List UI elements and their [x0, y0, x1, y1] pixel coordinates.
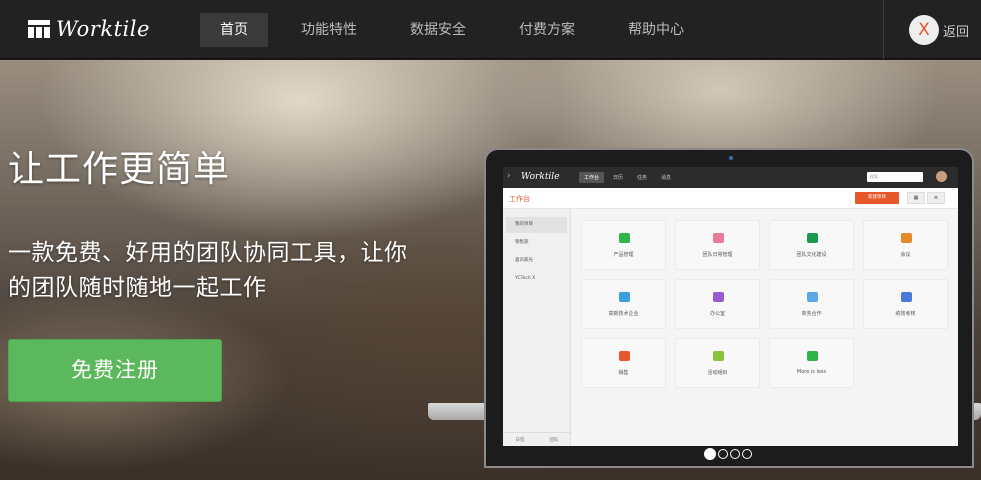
top-navbar: Worktile 首页 功能特性 数据安全 付费方案 帮助中心 X 返回 — [0, 0, 981, 59]
carousel-dots — [704, 448, 754, 460]
project-label: 商务合作 — [801, 311, 822, 317]
nav-features[interactable]: 功能特性 — [281, 13, 377, 47]
carousel-dot[interactable] — [742, 449, 752, 459]
project-label: 团队文化建设 — [796, 252, 827, 258]
app-project-card: 高新技术企业 — [581, 279, 666, 329]
worktile-logo-icon — [28, 20, 50, 38]
project-icon — [713, 233, 724, 243]
project-icon — [807, 292, 818, 302]
app-project-card: 绩效考核 — [863, 279, 948, 329]
project-icon — [807, 351, 818, 361]
app-header: 工作台 新建项目 ▦ ≡ — [503, 188, 958, 209]
nav-divider — [883, 0, 884, 59]
carousel-dot[interactable] — [718, 449, 728, 459]
hero-banner: 让工作更简单 一款免费、好用的团队协同工具，让你 的团队随时随地一起工作 免费注… — [0, 60, 981, 480]
chevron-right-icon: › — [507, 171, 511, 181]
project-icon — [619, 233, 630, 243]
app-new-project-button: 新建项目 — [855, 192, 899, 204]
project-label: 活动组织 — [707, 370, 728, 376]
app-page-title: 工作台 — [509, 195, 530, 203]
project-label: 办公室 — [709, 311, 725, 317]
camera-icon — [729, 156, 733, 160]
project-label: More is less — [796, 369, 827, 375]
brand-name: Worktile — [56, 17, 150, 41]
app-topbar: › Worktile 工作台 日历 任务 消息 搜索... — [503, 167, 958, 188]
app-tabs: 工作台 日历 任务 消息 — [579, 172, 680, 183]
user-avatar[interactable]: X — [909, 15, 939, 45]
app-search: 搜索... — [867, 172, 923, 182]
app-project-card: 团队文化建设 — [769, 220, 854, 270]
project-label: 绩效考核 — [895, 311, 916, 317]
app-tab-calendar: 日历 — [613, 175, 624, 181]
app-project-card: 商务合作 — [769, 279, 854, 329]
app-sidebar-item: 销售部 — [515, 240, 529, 245]
laptop-mockup: › Worktile 工作台 日历 任务 消息 搜索... 工作台 新建项目 ▦… — [484, 148, 974, 468]
back-link[interactable]: 返回 — [943, 21, 969, 40]
app-screenshot: › Worktile 工作台 日历 任务 消息 搜索... 工作台 新建项目 ▦… — [503, 167, 958, 446]
list-view-icon: ≡ — [927, 192, 945, 204]
app-sidebar-item: YCTech X — [515, 276, 536, 281]
project-label: 会议 — [900, 252, 911, 258]
project-label: 销售 — [618, 370, 629, 376]
project-icon — [901, 233, 912, 243]
grid-view-icon: ▦ — [907, 192, 925, 204]
project-icon — [713, 292, 724, 302]
app-project-grid: 产品管理 团队日常管理 团队文化建设 会议高新技术企业 办公室 商务合作 绩效考核销售 活动组… — [581, 220, 948, 388]
app-project-card: 销售 — [581, 338, 666, 388]
hero-subline-1: 一款免费、好用的团队协同工具，让你 — [8, 240, 408, 266]
app-tab-tasks: 任务 — [637, 175, 648, 181]
brand-logo[interactable]: Worktile — [28, 17, 150, 41]
project-label: 产品管理 — [613, 252, 634, 258]
carousel-dot[interactable] — [730, 449, 740, 459]
signup-button[interactable]: 免费注册 — [8, 339, 222, 402]
app-footer-schedule: 日程 — [515, 437, 525, 443]
app-project-card: 产品管理 — [581, 220, 666, 270]
nav-security[interactable]: 数据安全 — [390, 13, 486, 47]
project-icon — [807, 233, 818, 243]
project-icon — [619, 351, 630, 361]
app-footer-team: 团队 — [549, 437, 559, 443]
app-project-card: More is less — [769, 338, 854, 388]
app-sidebar-footer: 日程 团队 — [503, 432, 571, 446]
main-nav: 首页 功能特性 数据安全 付费方案 帮助中心 — [200, 13, 717, 47]
app-project-card: 办公室 — [675, 279, 760, 329]
nav-pricing[interactable]: 付费方案 — [499, 13, 595, 47]
nav-home[interactable]: 首页 — [200, 13, 268, 47]
project-label: 团队日常管理 — [702, 252, 733, 258]
app-sidebar-item: 喜讯家光 — [515, 258, 533, 263]
app-logo: Worktile — [521, 172, 560, 182]
app-avatar — [936, 171, 947, 182]
project-label: 高新技术企业 — [608, 311, 639, 317]
app-project-card: 会议 — [863, 220, 948, 270]
hero-headline: 让工作更简单 — [8, 149, 231, 190]
project-icon — [713, 351, 724, 361]
app-tab-messages: 消息 — [661, 175, 672, 181]
project-icon — [901, 292, 912, 302]
app-sidebar: 我的项目 销售部 喜讯家光 YCTech X 日程 团队 — [503, 209, 571, 446]
hero-subline-2: 的团队随时随地一起工作 — [8, 275, 267, 301]
nav-help[interactable]: 帮助中心 — [608, 13, 704, 47]
app-sidebar-item: 我的项目 — [506, 217, 567, 233]
app-project-card: 团队日常管理 — [675, 220, 760, 270]
app-tab-workbench: 工作台 — [579, 172, 605, 183]
app-project-card: 活动组织 — [675, 338, 760, 388]
project-icon — [619, 292, 630, 302]
carousel-dot[interactable] — [704, 448, 716, 460]
